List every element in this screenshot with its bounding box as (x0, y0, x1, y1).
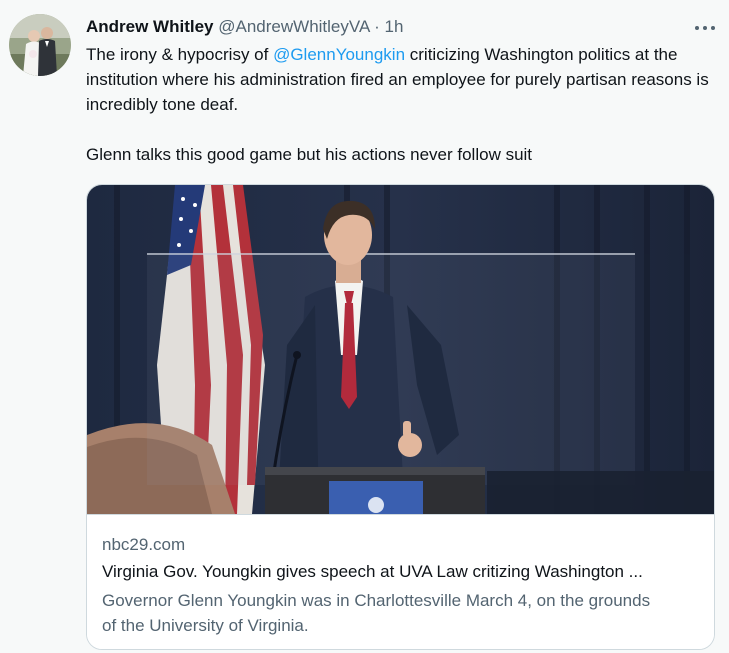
avatar-photo (9, 14, 71, 76)
tweet-paragraph-1: The irony & hypocrisy of @GlennYoungkin … (86, 42, 716, 117)
card-photo (87, 185, 714, 514)
header-separator: · (374, 17, 380, 36)
tweet-header: Andrew Whitley @AndrewWhitleyVA · 1h (86, 16, 403, 38)
more-horizontal-icon (695, 26, 715, 30)
author-display-name[interactable]: Andrew Whitley (86, 17, 214, 36)
more-options-button[interactable] (692, 20, 718, 36)
author-handle[interactable]: @AndrewWhitleyVA (218, 17, 369, 36)
tweet-timestamp[interactable]: 1h (385, 17, 404, 36)
tweet-text-start: The irony & hypocrisy of (86, 45, 274, 64)
card-body: nbc29.com Virginia Gov. Youngkin gives s… (87, 514, 714, 649)
card-description: Governor Glenn Youngkin was in Charlotte… (102, 591, 651, 635)
avatar[interactable] (9, 14, 71, 76)
mention-link[interactable]: @GlennYoungkin (273, 45, 405, 64)
card-title: Virginia Gov. Youngkin gives speech at U… (102, 562, 643, 581)
card-domain: nbc29.com (102, 535, 186, 554)
tweet-paragraph-2: Glenn talks this good game but his actio… (86, 145, 533, 164)
tweet-text: The irony & hypocrisy of @GlennYoungkin … (86, 42, 716, 167)
tweet[interactable]: Andrew Whitley @AndrewWhitleyVA · 1h The… (0, 0, 729, 653)
link-card[interactable]: nbc29.com Virginia Gov. Youngkin gives s… (86, 184, 715, 650)
card-image (87, 185, 714, 514)
